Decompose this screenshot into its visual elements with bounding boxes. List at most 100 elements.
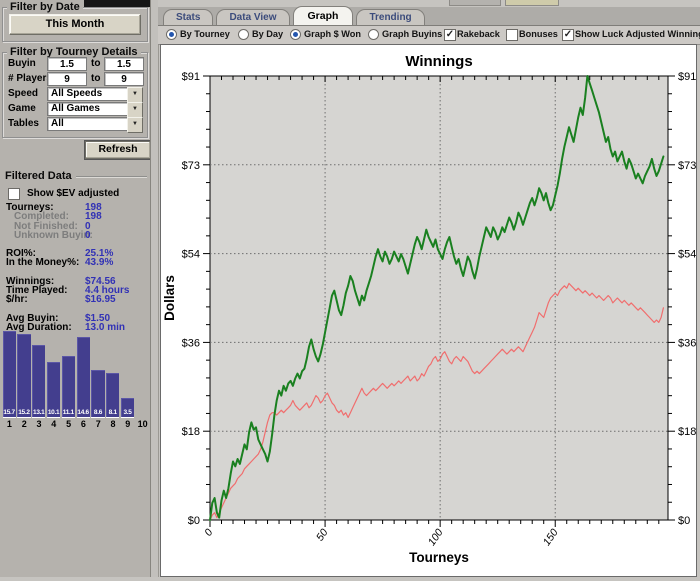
graph-toolbar: By TourneyBy DayGraph $ WonGraph Buyins✓… <box>158 26 700 45</box>
histogram-bar: 8.1 <box>106 373 119 418</box>
filter-label-speed: Speed <box>8 88 38 99</box>
filtered-data-title: Filtered Data <box>5 170 72 182</box>
y-tick-label: $18 <box>182 426 200 438</box>
histogram-bar: 11.1 <box>62 356 75 418</box>
x-axis-label: Tourneys <box>409 550 469 565</box>
chevron-down-icon[interactable]: ▼ <box>127 102 143 118</box>
filter-by-date-title: Filter by Date <box>7 1 83 13</box>
show-ev-adjusted-label[interactable]: Show $EV adjusted <box>27 188 119 199</box>
chevron-down-icon[interactable]: ▼ <box>127 117 143 133</box>
checkbox-label-bonuses[interactable]: Bonuses <box>519 29 558 39</box>
filter-row-speed: Speed All Speeds▼ <box>3 87 147 101</box>
players-from-input[interactable] <box>47 72 87 86</box>
filter-label-buyin: Buyin <box>8 58 36 69</box>
radio-label-by-tourney[interactable]: By Tourney <box>180 29 230 39</box>
checkbox-show-luck-adjusted-winnings[interactable]: ✓ <box>562 29 574 41</box>
x-tick-label: 50 <box>314 527 331 544</box>
histogram-bar: 13.1 <box>32 345 45 418</box>
stat-group: ROI%:25.1%In the Money%:43.9% <box>6 249 150 268</box>
radio-graph-won[interactable] <box>290 29 301 40</box>
filter-row-buyin: Buyin to <box>3 57 147 71</box>
plot-area <box>210 76 668 520</box>
histogram-bar: 8.6 <box>91 370 104 418</box>
histogram-bar-value: 14.6 <box>77 409 90 416</box>
divider <box>76 176 147 177</box>
finish-distribution-histogram: 15.7115.2213.1310.1411.1514.668.678.183.… <box>2 331 150 431</box>
x-tick-label: 0 <box>202 527 215 539</box>
show-ev-adjusted-checkbox[interactable] <box>8 188 20 200</box>
histogram-bar-value: 15.7 <box>3 409 16 416</box>
radio-dot <box>169 32 174 37</box>
checkbox-bonuses[interactable] <box>506 29 518 41</box>
x-tick-label: 150 <box>541 527 561 548</box>
histogram-bar: 10.1 <box>47 362 60 418</box>
histogram-bar-value: 15.2 <box>17 409 30 416</box>
stat-row-unknown-buyin: Unknown Buyin:0 <box>6 231 150 240</box>
radio-by-day[interactable] <box>238 29 249 40</box>
y-tick-label-right: $73 <box>678 160 696 172</box>
tab-stats[interactable]: Stats <box>163 9 213 25</box>
filtered-data-stats: Tourneys:198Completed:198Not Finished:0U… <box>6 203 150 341</box>
stat-group: Avg Buyin:$1.50Avg Duration:13.0 min <box>6 314 150 333</box>
histogram-x-label: 5 <box>61 419 76 429</box>
y-tick-label-right: $0 <box>678 515 690 527</box>
histogram-bar-value: 3.5 <box>121 409 134 416</box>
histogram-bar-value: 13.1 <box>32 409 45 416</box>
stat-value: $16.95 <box>85 295 116 305</box>
tables-select[interactable]: All <box>47 117 131 131</box>
y-tick-label: $36 <box>182 337 200 349</box>
stat-label: $/hr: <box>6 294 28 305</box>
histogram-x-label: 8 <box>106 419 121 429</box>
filter-row-game: Game All Games▼ <box>3 102 147 116</box>
game-select[interactable]: All Games <box>47 102 131 116</box>
chart-title: Winnings <box>405 53 472 70</box>
buyin-from-input[interactable] <box>47 57 87 71</box>
refresh-button[interactable]: Refresh <box>85 141 151 159</box>
histogram-x-label: 7 <box>91 419 106 429</box>
tab-bar: StatsData ViewGraphTrending <box>158 7 700 26</box>
filter-row-players: # Playersto <box>3 72 147 86</box>
winnings-chart: $0$0$18$18$36$36$54$54$73$73$91$91050100… <box>161 45 696 576</box>
radio-label-by-day[interactable]: By Day <box>252 29 283 39</box>
radio-by-tourney[interactable] <box>166 29 177 40</box>
histogram-x-label: 2 <box>17 419 32 429</box>
stat-row-hr: $/hr: $16.95 <box>6 295 150 304</box>
players-to-input[interactable] <box>104 72 144 86</box>
radio-graph-buyins[interactable] <box>368 29 379 40</box>
filter-label-game: Game <box>8 103 36 114</box>
radio-label-graph-won[interactable]: Graph $ Won <box>304 29 361 39</box>
tab-trending[interactable]: Trending <box>356 9 424 25</box>
buyin-to-input[interactable] <box>104 57 144 71</box>
radio-dot <box>293 32 298 37</box>
this-month-button[interactable]: This Month <box>9 14 141 35</box>
speed-select[interactable]: All Speeds <box>47 87 131 101</box>
y-tick-label-right: $91 <box>678 71 696 83</box>
histogram-x-label: 3 <box>32 419 47 429</box>
range-separator: to <box>91 58 100 69</box>
histogram-bar-value: 8.6 <box>91 409 104 416</box>
histogram-x-label: 9 <box>120 419 135 429</box>
histogram-bar-value: 10.1 <box>47 409 60 416</box>
stat-value: 43.9% <box>85 258 113 268</box>
chevron-down-icon[interactable]: ▼ <box>127 87 143 103</box>
y-tick-label: $91 <box>182 71 200 83</box>
y-tick-label-right: $36 <box>678 337 696 349</box>
tab-graph[interactable]: Graph <box>293 6 354 25</box>
filter-label-players: # Players <box>8 73 52 84</box>
histogram-bar: 15.2 <box>17 334 30 418</box>
sidebar: Filter by Date This Month Filter by Tour… <box>0 0 150 577</box>
checkbox-label-rakeback[interactable]: Rakeback <box>457 29 500 39</box>
histogram-bar: 14.6 <box>77 337 90 418</box>
filter-by-date-group: Filter by Date This Month <box>2 7 148 42</box>
histogram-x-label: 10 <box>135 419 150 429</box>
x-tick-label: 100 <box>426 527 446 548</box>
histogram-bar: 15.7 <box>3 331 16 418</box>
tab-data-view[interactable]: Data View <box>216 9 289 25</box>
stat-value: 0 <box>85 231 91 241</box>
filter-by-tourney-group: Filter by Tourney Details Buyinto# Playe… <box>2 52 148 138</box>
filter-label-tables: Tables <box>8 118 39 129</box>
y-tick-label-right: $18 <box>678 426 696 438</box>
checkbox-rakeback[interactable]: ✓ <box>444 29 456 41</box>
radio-label-graph-buyins[interactable]: Graph Buyins <box>382 29 442 39</box>
checkbox-label-show-luck-adjusted-winnings[interactable]: Show Luck Adjusted Winnings <box>575 29 700 39</box>
